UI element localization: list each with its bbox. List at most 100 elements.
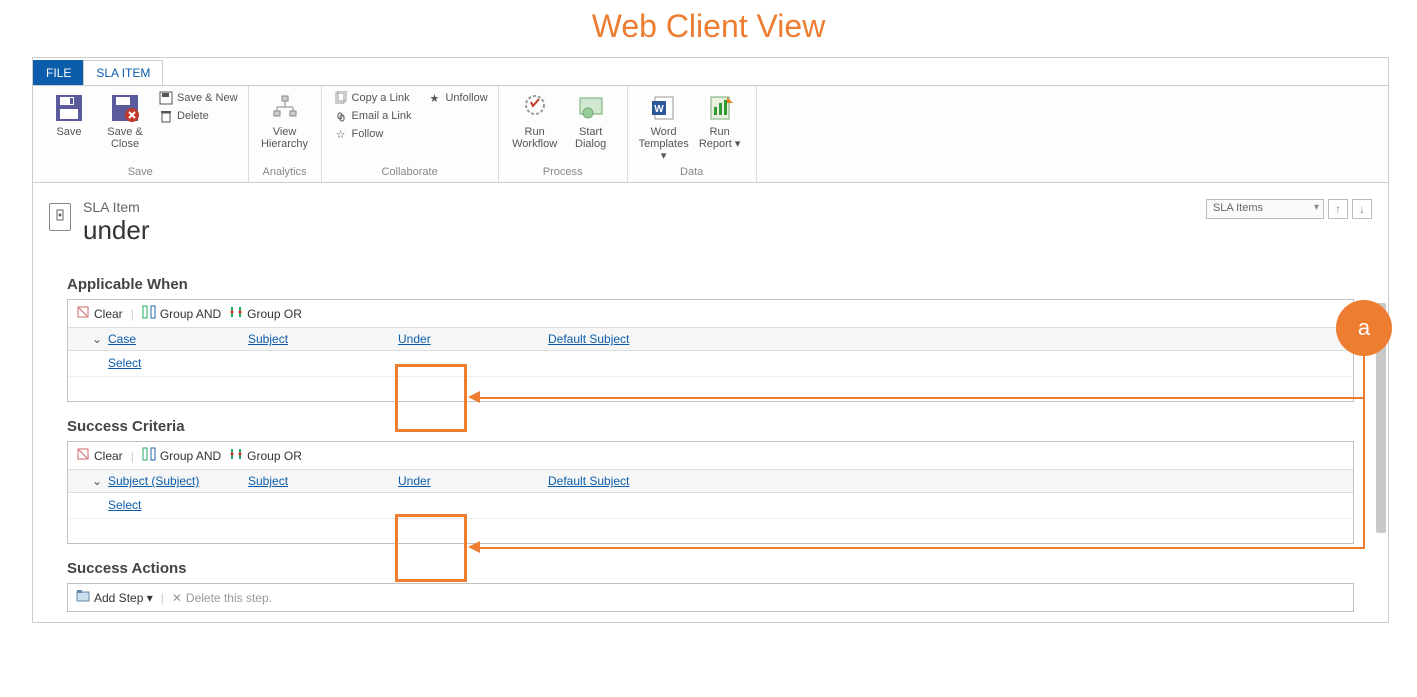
unfollow-button[interactable]: ★ Unfollow bbox=[425, 90, 489, 106]
form-header: SLA Item under SLA Items ↑ ↓ bbox=[49, 199, 1372, 246]
ribbon: Save Save & Close Save & New Delete bbox=[33, 86, 1388, 183]
condition-value-link[interactable]: Default Subject bbox=[548, 332, 629, 346]
group-or-icon bbox=[229, 305, 243, 322]
follow-button[interactable]: ☆ Follow bbox=[332, 126, 414, 142]
condition-add-row: Select bbox=[68, 351, 1353, 377]
clear-label: Clear bbox=[94, 307, 123, 321]
add-step-label: Add Step ▾ bbox=[94, 591, 153, 605]
view-hierarchy-label: View Hierarchy bbox=[261, 126, 308, 150]
run-workflow-label: Run Workflow bbox=[512, 126, 557, 150]
condition-select-link[interactable]: Select bbox=[108, 498, 141, 512]
copy-link-button[interactable]: Copy a Link bbox=[332, 90, 414, 106]
annotation-connector bbox=[480, 547, 1363, 549]
entity-type-label: SLA Item bbox=[83, 199, 150, 215]
delete-step-icon: ✕ bbox=[172, 591, 182, 605]
condition-value-link[interactable]: Default Subject bbox=[548, 474, 629, 488]
word-templates-button[interactable]: W Word Templates ▾ bbox=[636, 90, 692, 164]
save-button[interactable]: Save bbox=[41, 90, 97, 140]
entity-icon bbox=[49, 203, 71, 231]
delete-step-button[interactable]: ✕ Delete this step. bbox=[172, 591, 272, 605]
group-and-label: Group AND bbox=[160, 449, 221, 463]
run-workflow-button[interactable]: Run Workflow bbox=[507, 90, 563, 152]
condition-attribute-link[interactable]: Subject bbox=[248, 332, 288, 346]
delete-button[interactable]: Delete bbox=[157, 108, 240, 124]
run-report-label: Run Report ▾ bbox=[699, 126, 741, 150]
clear-button[interactable]: Clear bbox=[76, 305, 123, 322]
svg-text:W: W bbox=[654, 104, 664, 115]
delete-label: Delete bbox=[177, 110, 209, 122]
nav-picker: SLA Items ↑ ↓ bbox=[1206, 199, 1372, 219]
group-or-icon bbox=[229, 447, 243, 464]
chevron-down-icon[interactable]: ⌄ bbox=[92, 474, 108, 488]
tab-strip: FILE SLA ITEM bbox=[33, 58, 1388, 86]
vertical-scrollbar[interactable] bbox=[1372, 183, 1388, 612]
workflow-icon bbox=[519, 92, 551, 124]
save-close-label: Save & Close bbox=[107, 126, 142, 150]
ribbon-group-process-label: Process bbox=[507, 164, 619, 180]
condition-toolbar: Clear | Group AND Group OR bbox=[68, 300, 1353, 327]
save-label: Save bbox=[56, 126, 81, 138]
group-and-button[interactable]: Group AND bbox=[142, 447, 221, 464]
chevron-down-icon[interactable]: ⌄ bbox=[92, 332, 108, 346]
tab-sla-item[interactable]: SLA ITEM bbox=[83, 60, 163, 85]
group-and-icon bbox=[142, 305, 156, 322]
tab-file[interactable]: FILE bbox=[33, 60, 84, 85]
group-or-label: Group OR bbox=[247, 449, 302, 463]
run-report-button[interactable]: Run Report ▾ bbox=[692, 90, 748, 152]
condition-operator-link[interactable]: Under bbox=[398, 332, 431, 346]
clear-icon bbox=[76, 305, 90, 322]
report-icon bbox=[704, 92, 736, 124]
actions-toolbar: Add Step ▾ | ✕ Delete this step. bbox=[67, 583, 1354, 612]
group-or-button[interactable]: Group OR bbox=[229, 447, 302, 464]
ribbon-group-save: Save Save & Close Save & New Delete bbox=[33, 86, 249, 182]
copy-link-label: Copy a Link bbox=[352, 92, 410, 104]
clear-button[interactable]: Clear bbox=[76, 447, 123, 464]
email-link-icon bbox=[334, 109, 348, 123]
annotation-connector bbox=[480, 397, 1363, 399]
condition-attribute-link[interactable]: Subject bbox=[248, 474, 288, 488]
group-or-button[interactable]: Group OR bbox=[229, 305, 302, 322]
group-and-button[interactable]: Group AND bbox=[142, 305, 221, 322]
ribbon-group-collaborate: Copy a Link Email a Link ☆ Follow ★ Unfo… bbox=[322, 86, 499, 182]
ribbon-group-analytics: View Hierarchy Analytics bbox=[249, 86, 322, 182]
star-outline-icon: ☆ bbox=[334, 127, 348, 141]
annotation-arrowhead-icon bbox=[468, 391, 480, 403]
entity-title: SLA Item under bbox=[49, 199, 150, 246]
condition-toolbar: Clear | Group AND Group OR bbox=[68, 442, 1353, 469]
follow-label: Follow bbox=[352, 128, 384, 140]
ribbon-group-process: Run Workflow Start Dialog Process bbox=[499, 86, 628, 182]
delete-step-label: Delete this step. bbox=[186, 591, 272, 605]
save-new-icon bbox=[159, 91, 173, 105]
group-or-label: Group OR bbox=[247, 307, 302, 321]
star-icon: ★ bbox=[427, 91, 441, 105]
save-new-button[interactable]: Save & New bbox=[157, 90, 240, 106]
word-templates-label: Word Templates ▾ bbox=[639, 126, 689, 162]
nav-up-button[interactable]: ↑ bbox=[1328, 199, 1348, 219]
section-title-actions: Success Actions bbox=[67, 560, 1354, 577]
nav-down-button[interactable]: ↓ bbox=[1352, 199, 1372, 219]
entity-name: under bbox=[83, 215, 150, 246]
email-link-button[interactable]: Email a Link bbox=[332, 108, 414, 124]
start-dialog-button[interactable]: Start Dialog bbox=[563, 90, 619, 152]
condition-select-link[interactable]: Select bbox=[108, 356, 141, 370]
group-and-label: Group AND bbox=[160, 307, 221, 321]
save-close-icon bbox=[109, 92, 141, 124]
section-success-criteria: Success Criteria Clear | Group AND Group… bbox=[67, 418, 1354, 544]
condition-entity-link[interactable]: Subject (Subject) bbox=[108, 474, 199, 488]
dialog-icon bbox=[575, 92, 607, 124]
condition-entity-link[interactable]: Case bbox=[108, 332, 136, 346]
add-step-button[interactable]: Add Step ▾ bbox=[76, 589, 153, 606]
record-picker[interactable]: SLA Items bbox=[1206, 199, 1324, 219]
save-icon bbox=[53, 92, 85, 124]
add-step-icon bbox=[76, 589, 90, 606]
annotation-arrowhead-icon bbox=[468, 541, 480, 553]
section-title-applicable: Applicable When bbox=[67, 276, 1354, 293]
condition-row: ⌄ Case Subject Under Default Subject bbox=[68, 327, 1353, 351]
condition-add-row: Select bbox=[68, 493, 1353, 519]
view-hierarchy-button[interactable]: View Hierarchy bbox=[257, 90, 313, 152]
condition-operator-link[interactable]: Under bbox=[398, 474, 431, 488]
condition-builder-applicable: Clear | Group AND Group OR ⌄ Case Sub bbox=[67, 299, 1354, 402]
save-close-button[interactable]: Save & Close bbox=[97, 90, 153, 152]
annotation-badge: a bbox=[1336, 300, 1392, 356]
annotation-connector bbox=[1363, 355, 1365, 549]
